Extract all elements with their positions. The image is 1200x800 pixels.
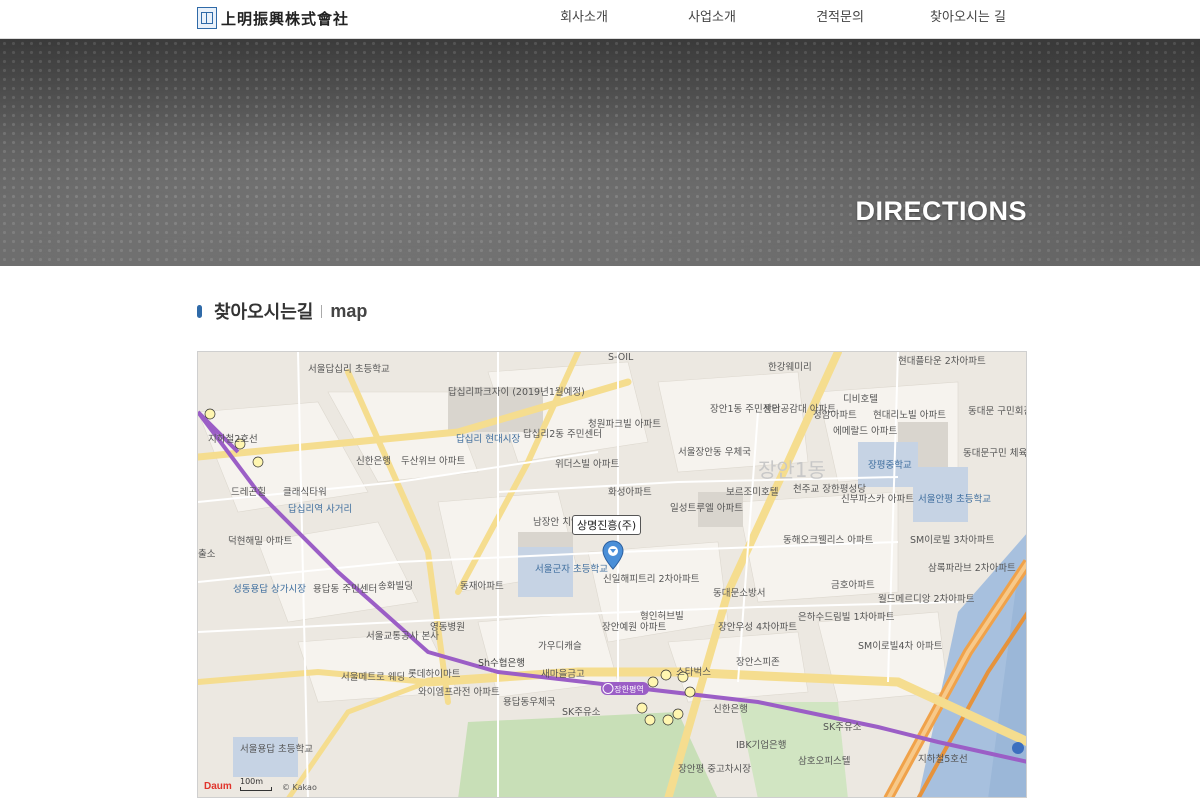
section-title-korean: 찾아오시는길	[214, 302, 314, 323]
place-label[interactable]: 답십리역 사거리	[288, 503, 352, 515]
location-pin-icon[interactable]	[602, 540, 624, 570]
place-label[interactable]: 서울답십리 초등학교	[308, 363, 390, 375]
map-copyright: © Kakao	[282, 783, 317, 792]
place-label[interactable]: 덕현해밀 아파트	[228, 535, 292, 547]
place-label[interactable]: 와이엠프라전 아파트	[418, 686, 500, 698]
place-label[interactable]: 정암아파트	[813, 409, 857, 421]
place-label[interactable]: 삼록파라브 2차아파트	[928, 562, 1016, 574]
place-label[interactable]: 서울교통공사 본사	[366, 631, 439, 642]
place-label[interactable]: 서울장안동 우체국	[678, 447, 751, 458]
hero-banner: DIRECTIONS	[0, 39, 1200, 266]
top-header: 上明振興株式會社 회사소개 사업소개 견적문의 찾아오시는 길	[0, 0, 1200, 39]
place-label[interactable]: SM이로빌 3차아파트	[910, 534, 995, 546]
company-logo[interactable]: 上明振興株式會社	[197, 7, 349, 29]
place-label[interactable]: 답십리파크자이 (2019년1월예정)	[448, 386, 585, 398]
place-label[interactable]: 영동병원	[430, 622, 465, 633]
subway-line-label: 지하철5호선	[918, 753, 968, 765]
banner-shade	[0, 39, 1200, 266]
nav-quote-inquiry[interactable]: 견적문의	[776, 0, 904, 38]
logo-text: 上明振興株式會社	[221, 9, 350, 28]
subway-line-label: 지하철2호선	[208, 433, 258, 445]
district-watermark: 장안1동	[758, 458, 826, 482]
place-label[interactable]: 서울메트로 웨딩	[341, 671, 405, 683]
place-label[interactable]: 위더스빌 아파트	[555, 458, 619, 470]
place-label[interactable]: 동대문소방서	[713, 588, 765, 599]
heading-divider	[321, 304, 323, 318]
nav-business-intro[interactable]: 사업소개	[648, 0, 776, 38]
nav-company-intro[interactable]: 회사소개	[520, 0, 648, 38]
place-label[interactable]: 동해오크웰리스 아파트	[783, 534, 874, 546]
place-label[interactable]: 답십리2동 주민센터	[523, 428, 602, 440]
place-label[interactable]: 한강웨미리	[768, 361, 812, 373]
place-label[interactable]: 서울안평 초등학교	[918, 494, 991, 505]
place-label[interactable]: 에메랄드 아파트	[833, 426, 897, 437]
place-label[interactable]: S-OIL	[608, 352, 634, 363]
section-title-english: map	[330, 300, 368, 321]
place-label[interactable]: 스타벅스	[676, 667, 711, 678]
place-label[interactable]: 출소	[198, 549, 216, 560]
place-label[interactable]: 화성아파트	[608, 487, 652, 498]
place-label[interactable]: 답십리 현대시장	[456, 433, 520, 445]
heading-bullet	[197, 304, 202, 318]
place-label[interactable]: 신일해피트리 2차아파트	[603, 573, 700, 585]
place-label[interactable]: 동대문구민 체육센터	[963, 448, 1027, 459]
place-label[interactable]: 서울용답 초등학교	[240, 743, 313, 755]
main-nav: 회사소개 사업소개 견적문의 찾아오시는 길	[520, 0, 1032, 38]
logo-icon	[197, 7, 217, 29]
place-label[interactable]: 장안예원 아파트	[602, 622, 666, 633]
place-label[interactable]: 장안우성 4차아파트	[718, 621, 797, 633]
place-label[interactable]: 보르조미호텔	[726, 486, 779, 498]
place-label[interactable]: 신부파스카 아파트	[841, 494, 914, 505]
place-label[interactable]: 드레곤힐	[231, 486, 266, 498]
place-label[interactable]: 용답동 주민센터	[313, 583, 377, 595]
place-label[interactable]: 신한은행	[356, 455, 391, 467]
place-label[interactable]: 현대플타운 2차아파트	[898, 355, 986, 367]
place-label[interactable]: 새마을금고	[541, 669, 585, 680]
place-label[interactable]: 월드메르디앙 2차아파트	[878, 593, 975, 605]
location-map[interactable]: 장한평역 장안1동 S-OIL 한강웨미리 현대플타운 2차아파트 서울답십리 …	[197, 351, 1027, 798]
place-label[interactable]: 클래식타워	[283, 487, 327, 498]
nav-directions[interactable]: 찾아오시는 길	[904, 0, 1032, 38]
place-label[interactable]: SK주유소	[823, 722, 862, 733]
place-label[interactable]: SM이로빌4차 아파트	[858, 640, 943, 652]
place-label[interactable]: 디비호텔	[843, 393, 878, 405]
place-label[interactable]: 신한은행	[713, 703, 748, 715]
scale-bar	[240, 787, 272, 791]
place-label[interactable]: 장안평 중고차시장	[678, 763, 751, 775]
place-label[interactable]: 일성트루엘 아파트	[670, 503, 743, 514]
place-label[interactable]: SK주유소	[562, 707, 601, 718]
place-label[interactable]: 가우디캐슬	[538, 641, 582, 652]
scale-label: 100m	[240, 777, 264, 786]
place-label[interactable]: 장평중학교	[868, 460, 912, 471]
place-label[interactable]: 두산위브 아파트	[401, 455, 465, 467]
place-label[interactable]: 동대문 구민회관	[968, 406, 1027, 417]
map-scale: 100m	[240, 777, 272, 791]
place-label[interactable]: 동재아파트	[460, 581, 504, 592]
marker-label[interactable]: 상명진흥(주)	[572, 515, 642, 535]
place-label[interactable]: Sh수협은행	[478, 657, 525, 669]
place-label[interactable]: 송화빌딩	[378, 581, 413, 592]
place-label[interactable]: 삼호오피스텔	[798, 755, 851, 767]
place-label[interactable]: IBK기업은행	[736, 739, 787, 751]
place-label[interactable]: 은하수드림빌 1차아파트	[798, 611, 895, 623]
place-label[interactable]: 성동용답 상가시장	[233, 583, 306, 595]
place-label[interactable]: 롯데하이마트	[408, 668, 461, 680]
map-canvas[interactable]: 장한평역 장안1동 S-OIL 한강웨미리 현대플타운 2차아파트 서울답십리 …	[198, 352, 1027, 798]
banner-title: DIRECTIONS	[855, 196, 1027, 226]
place-label[interactable]: 현대리노빌 아파트	[873, 410, 946, 421]
place-label[interactable]: 서울군자 초등학교	[535, 564, 608, 575]
place-label[interactable]: 형인허브빌	[640, 611, 684, 622]
place-label[interactable]: 용답동우체국	[503, 696, 556, 708]
place-label[interactable]: 금호아파트	[831, 580, 875, 591]
section-heading: 찾아오시는길 map	[197, 298, 367, 324]
place-label[interactable]: 장안스피존	[736, 657, 780, 668]
map-provider-logo: Daum	[204, 781, 232, 792]
station-badge-label[interactable]: 장한평역	[614, 684, 643, 694]
